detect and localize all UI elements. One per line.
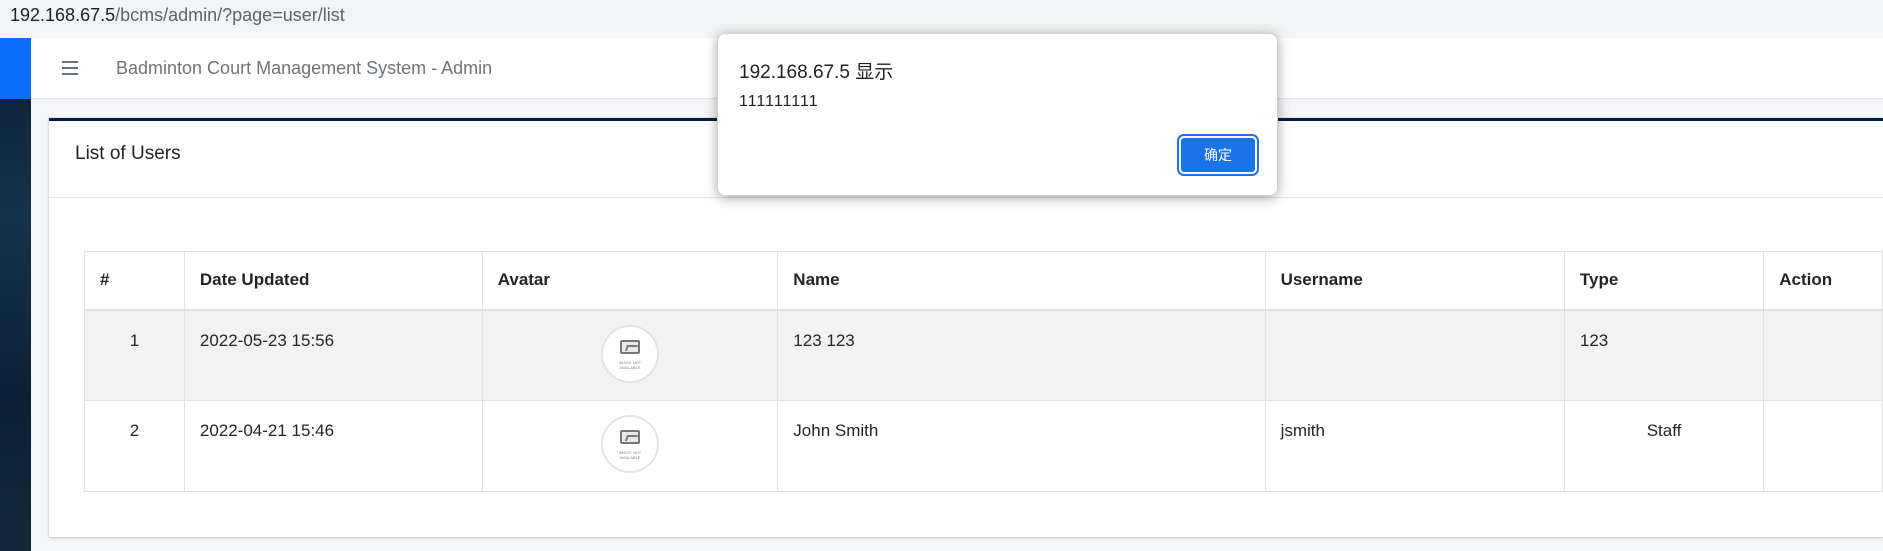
- col-header-avatar: Avatar: [481, 251, 779, 311]
- col-header-username: Username: [1264, 251, 1565, 311]
- card-title: List of Users: [75, 143, 181, 164]
- hamburger-icon[interactable]: [59, 57, 81, 79]
- avatar-caption: IMAGE NOT AVAILABLE: [618, 359, 642, 370]
- col-header-name: Name: [777, 251, 1266, 311]
- row-avatar-cell: IMAGE NOT AVAILABLE: [481, 400, 779, 492]
- col-header-date-updated: Date Updated: [183, 251, 483, 311]
- sidebar: [0, 38, 31, 551]
- address-bar[interactable]: 192.168.67.5/bcms/admin/?page=user/list: [0, 0, 1883, 33]
- users-table: # Date Updated Avatar Name Username Type…: [84, 251, 1883, 492]
- alert-message: 111111111: [739, 93, 819, 110]
- avatar: IMAGE NOT AVAILABLE: [601, 415, 659, 473]
- avatar: IMAGE NOT AVAILABLE: [601, 324, 659, 383]
- table-header-row: # Date Updated Avatar Name Username Type…: [84, 251, 1883, 311]
- row-type: 123: [1563, 309, 1765, 401]
- row-username: jsmith: [1264, 400, 1565, 492]
- ok-button[interactable]: 确定: [1177, 134, 1259, 176]
- url-path: /bcms/admin/?page=user/list: [115, 5, 345, 25]
- app-title: Badminton Court Management System - Admi…: [116, 58, 493, 78]
- row-type: Staff: [1563, 400, 1765, 492]
- table-row: 1 2022-05-23 15:56 IMAGE NOT AVAILABLE 1…: [84, 309, 1883, 401]
- col-header-type: Type: [1563, 251, 1765, 311]
- row-date: 2022-04-21 15:46: [183, 400, 483, 492]
- image-placeholder-icon: [620, 339, 640, 354]
- row-action[interactable]: [1763, 400, 1883, 492]
- col-header-action: Action: [1763, 251, 1883, 311]
- avatar-caption: IMAGE NOT AVAILABLE: [618, 450, 642, 460]
- image-placeholder-icon: [620, 430, 640, 444]
- url-host: 192.168.67.5: [10, 5, 116, 25]
- row-name: John Smith: [777, 400, 1266, 492]
- row-username: [1264, 309, 1565, 401]
- row-date: 2022-05-23 15:56: [183, 309, 483, 401]
- table-row: 2 2022-04-21 15:46 IMAGE NOT AVAILABLE J…: [84, 400, 1883, 492]
- row-number: 2: [84, 400, 185, 492]
- row-number: 1: [84, 309, 185, 401]
- row-name: 123 123: [777, 309, 1266, 401]
- col-header-number: #: [84, 251, 185, 311]
- alert-dialog: 192.168.67.5 显示 111111111 确定: [717, 33, 1278, 196]
- row-avatar-cell: IMAGE NOT AVAILABLE: [481, 309, 779, 401]
- alert-title: 192.168.67.5 显示: [739, 62, 894, 83]
- sidebar-brand: [0, 38, 31, 99]
- row-action[interactable]: [1763, 309, 1883, 401]
